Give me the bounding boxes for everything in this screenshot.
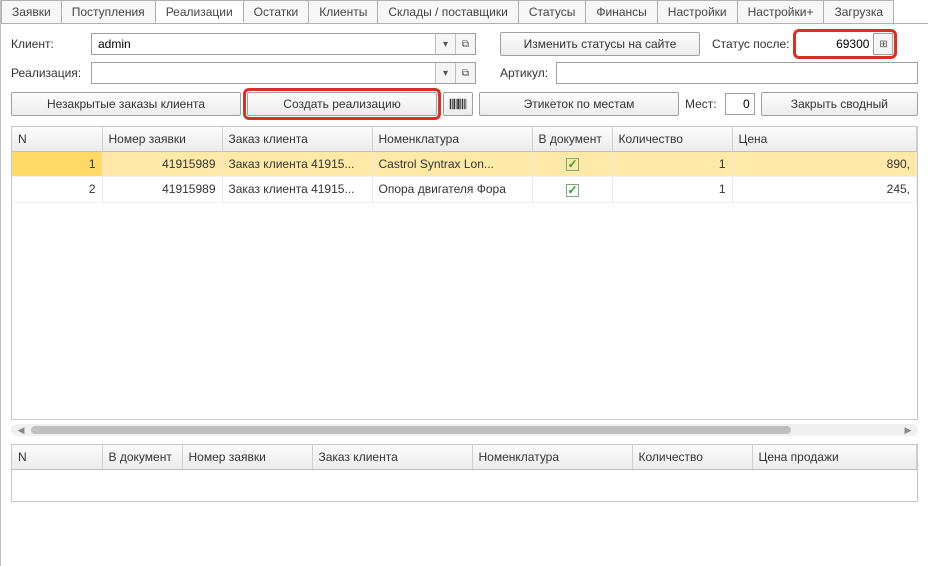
cell-order: 41915989 [102,177,222,202]
col-quantity[interactable]: Количество [612,127,732,152]
table-row[interactable]: 1 41915989 Заказ клиента 41915... Castro… [12,152,917,177]
horizontal-scrollbar[interactable]: ◀ ▶ [11,424,918,436]
col-n[interactable]: N [12,127,102,152]
scroll-left-icon[interactable]: ◀ [15,424,27,436]
cell-price: 890, [732,152,917,177]
tab-klienty[interactable]: Клиенты [308,0,378,23]
client-input-group: ▾ ⧉ [91,33,476,55]
client-input[interactable] [92,34,435,54]
change-status-button[interactable]: Изменить статусы на сайте [500,32,700,56]
scroll-right-icon[interactable]: ▶ [902,424,914,436]
tab-finansy[interactable]: Финансы [585,0,657,23]
tab-zayavki[interactable]: Заявки [1,0,62,23]
secondary-table: N В документ Номер заявки Заказ клиента … [12,445,917,470]
secondary-table-wrap: N В документ Номер заявки Заказ клиента … [11,444,918,502]
realization-input-group: ▾ ⧉ [91,62,476,84]
barcode-button[interactable] [443,92,473,116]
realization-input[interactable] [92,63,435,83]
article-input-group [556,62,918,84]
client-label: Клиент: [11,37,83,51]
col2-quantity[interactable]: Количество [632,445,752,470]
col2-nomenclature[interactable]: Номенклатура [472,445,632,470]
tab-bar: Заявки Поступления Реализации Остатки Кл… [1,0,928,24]
cell-qty: 1 [612,177,732,202]
tab-ostatki[interactable]: Остатки [243,0,310,23]
realization-label: Реализация: [11,66,83,80]
article-input[interactable] [557,63,917,83]
cell-n: 1 [12,152,102,177]
places-input[interactable] [725,93,755,115]
labels-by-places-button[interactable]: Этикеток по местам [479,92,679,116]
cell-in-doc[interactable] [532,177,612,202]
cell-in-doc[interactable] [532,152,612,177]
tab-nastroiki-plus[interactable]: Настройки+ [737,0,825,23]
col2-sale-price[interactable]: Цена продажи [752,445,917,470]
filter-row-1: Клиент: ▾ ⧉ Изменить статусы на сайте Ст… [1,24,928,60]
col-nomenclature[interactable]: Номенклатура [372,127,532,152]
status-after-picker-icon[interactable]: ⊞ [873,33,893,55]
tab-statusy[interactable]: Статусы [518,0,587,23]
col2-client-order[interactable]: Заказ клиента [312,445,472,470]
tab-postupleniya[interactable]: Поступления [61,0,156,23]
barcode-icon [449,97,467,111]
col-price[interactable]: Цена [732,127,917,152]
status-after-input[interactable] [797,33,873,55]
main-table-header-row: N Номер заявки Заказ клиента Номенклатур… [12,127,917,152]
cell-qty: 1 [612,152,732,177]
col2-order-number[interactable]: Номер заявки [182,445,312,470]
action-row: Незакрытые заказы клиента Создать реализ… [1,88,928,120]
col-order-number[interactable]: Номер заявки [102,127,222,152]
col2-in-document[interactable]: В документ [102,445,182,470]
tab-sklady[interactable]: Склады / поставщики [377,0,518,23]
secondary-table-header-row: N В документ Номер заявки Заказ клиента … [12,445,917,470]
tab-realizacii[interactable]: Реализации [155,0,244,23]
client-open-icon[interactable]: ⧉ [455,34,475,54]
cell-client-order: Заказ клиента 41915... [222,177,372,202]
create-realization-button[interactable]: Создать реализацию [247,92,437,116]
cell-nomen: Опора двигателя Фора [372,177,532,202]
realization-dropdown-icon[interactable]: ▾ [435,63,455,83]
tab-nastroiki[interactable]: Настройки [657,0,738,23]
status-after-label: Статус после: [712,37,789,51]
check-icon [566,184,579,197]
status-after-group: ⊞ [797,33,893,55]
col-client-order[interactable]: Заказ клиента [222,127,372,152]
open-orders-button[interactable]: Незакрытые заказы клиента [11,92,241,116]
client-dropdown-icon[interactable]: ▾ [435,34,455,54]
tab-zagruzka[interactable]: Загрузка [823,0,894,23]
cell-price: 245, [732,177,917,202]
places-label: Мест: [685,97,717,111]
table-row[interactable]: 2 41915989 Заказ клиента 41915... Опора … [12,177,917,202]
cell-order: 41915989 [102,152,222,177]
realization-open-icon[interactable]: ⧉ [455,63,475,83]
main-table-wrap: N Номер заявки Заказ клиента Номенклатур… [11,126,918,420]
col2-n[interactable]: N [12,445,102,470]
col-in-document[interactable]: В документ [532,127,612,152]
check-icon [566,158,579,171]
filter-row-2: Реализация: ▾ ⧉ Артикул: [1,60,928,88]
cell-nomen: Castrol Syntrax Lon... [372,152,532,177]
cell-n: 2 [12,177,102,202]
main-table: N Номер заявки Заказ клиента Номенклатур… [12,127,917,203]
article-label: Артикул: [500,66,548,80]
close-summary-button[interactable]: Закрыть сводный [761,92,918,116]
cell-client-order: Заказ клиента 41915... [222,152,372,177]
scroll-thumb[interactable] [31,426,791,434]
